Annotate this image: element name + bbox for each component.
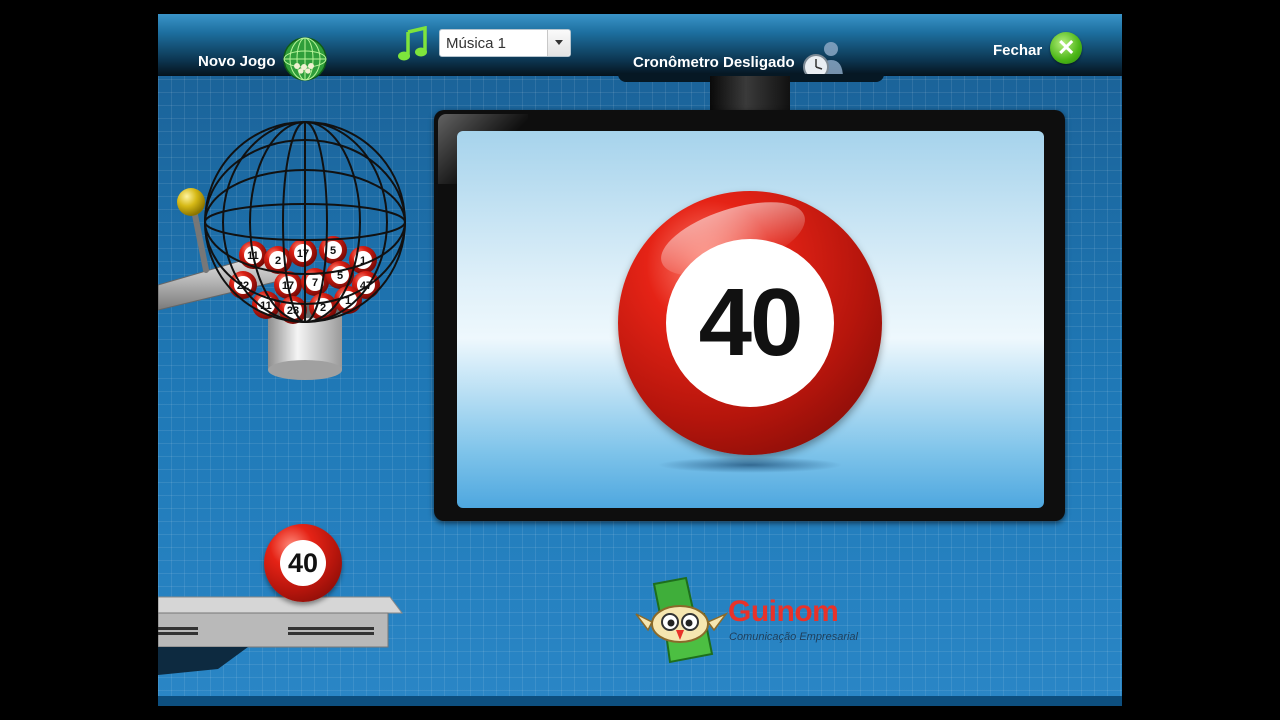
current-number: 40 — [698, 269, 804, 376]
cage-ball-number: 7 — [312, 277, 318, 289]
brand-tagline: Comunicação Empresarial — [729, 631, 858, 643]
music-note-icon[interactable] — [398, 25, 428, 67]
close-icon[interactable]: ✕ — [1050, 32, 1083, 64]
cage-ball-number: 2 — [275, 255, 281, 267]
music-select[interactable]: Música 1 — [439, 29, 571, 57]
ball-shadow — [657, 457, 843, 473]
close-label: Fechar — [993, 41, 1043, 59]
cage-ball-number: 17 — [297, 248, 309, 260]
globe-bingo-icon — [282, 36, 328, 86]
top-toolbar: Novo Jogo Música 1 Cronômetro Desligado … — [158, 14, 1122, 81]
bingo-cage-machine: 11 2 17 5 1 22 17 7 5 47 11 23 2 1 — [158, 110, 418, 415]
ball-face: 40 — [666, 239, 834, 407]
brand-name: Guinom — [728, 595, 839, 628]
music-select-value: Música 1 — [446, 35, 507, 52]
timer-label: Cronômetro Desligado — [633, 53, 795, 71]
tv-mount-pole — [710, 76, 790, 110]
current-ball: 40 — [618, 187, 882, 455]
drawn-ball-face: 40 — [280, 540, 326, 586]
ball-tray — [158, 589, 408, 684]
bottom-strip — [158, 696, 1122, 706]
new-game-label: Novo Jogo — [198, 52, 276, 70]
cage-ball-number: 5 — [330, 245, 336, 257]
drawn-ball-number: 40 — [287, 547, 319, 578]
tv-screen: 40 — [457, 131, 1044, 508]
tv-display: 40 — [434, 110, 1065, 521]
brand-logo-icon — [634, 574, 729, 671]
chevron-down-icon[interactable] — [547, 30, 570, 56]
drawn-ball: 40 — [264, 524, 342, 602]
close-button[interactable]: Fechar ✕ — [993, 32, 1083, 64]
new-game-button[interactable]: Novo Jogo — [198, 36, 328, 86]
bingo-app: Novo Jogo Música 1 Cronômetro Desligado … — [158, 14, 1122, 706]
